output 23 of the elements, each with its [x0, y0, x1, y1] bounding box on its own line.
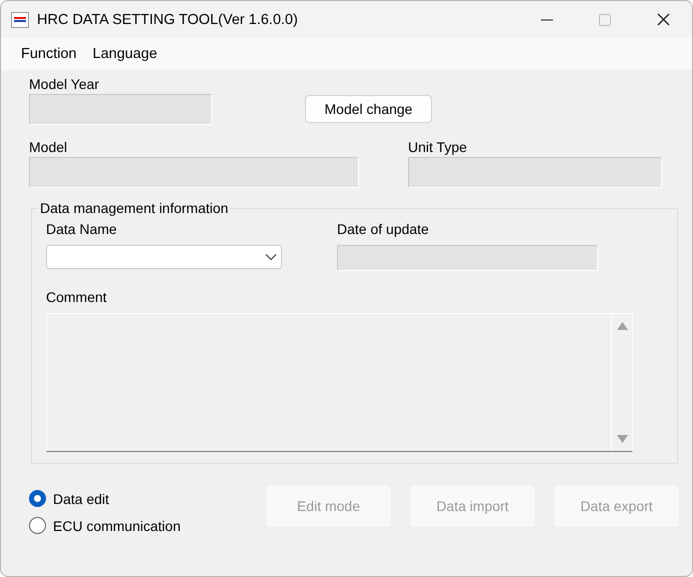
menu-item[interactable]: Language — [84, 46, 166, 62]
chevron-down-icon — [265, 253, 277, 261]
field-label: Unit Type — [408, 139, 468, 157]
field-label: Model Year — [29, 76, 100, 94]
field-label: Model — [29, 139, 68, 157]
window-title: HRC DATA SETTING TOOL(Ver 1.6.0.0) — [37, 12, 299, 28]
group-title: Data management information — [38, 200, 230, 216]
model-change-button[interactable]: Model change — [305, 95, 432, 123]
radio-button[interactable] — [29, 490, 46, 507]
radio-button[interactable] — [29, 517, 46, 534]
app-logo-icon — [11, 12, 29, 28]
radio-label: Data edit — [53, 490, 110, 506]
close-icon — [656, 13, 670, 26]
field-label: Data Name — [46, 221, 118, 239]
scroll-up-icon — [616, 322, 628, 330]
maximize-icon — [599, 14, 611, 26]
field-label: Date of update — [337, 221, 430, 239]
field-label: Comment — [46, 289, 108, 307]
minimize-icon — [541, 18, 553, 20]
data-name-dropdown[interactable] — [46, 245, 282, 269]
scroll-down-icon — [616, 435, 628, 443]
menu-item[interactable]: Function — [13, 46, 85, 62]
radio-label: ECU communication — [53, 518, 181, 534]
